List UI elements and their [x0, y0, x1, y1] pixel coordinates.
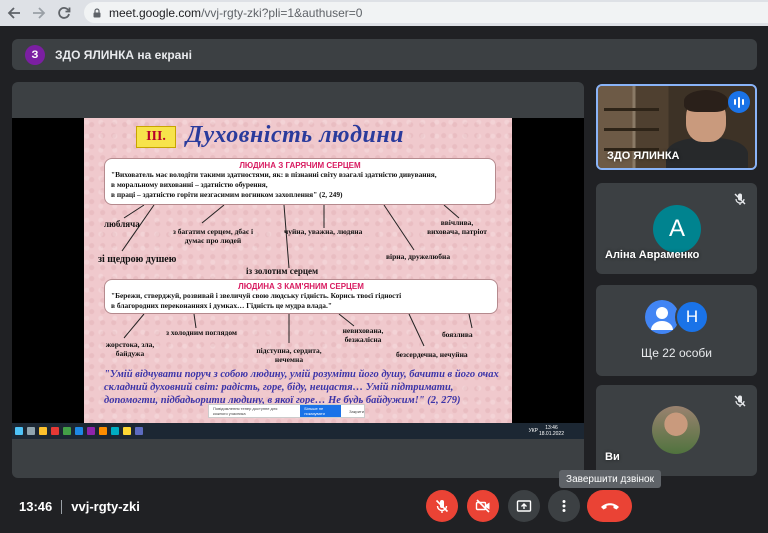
url-path: /vvj-rgty-zki?pli=1&authuser=0 — [201, 5, 363, 20]
notification-text: Повідомлення тепер доступне для кожного … — [213, 406, 278, 416]
warm-trait: вірна, дружелюбна — [386, 252, 451, 261]
warm-trait: з багатим серцем, дбає і думає про людей — [172, 227, 254, 245]
bookshelf — [604, 108, 659, 111]
more-options-button[interactable] — [548, 490, 580, 522]
warm-heart-box: ЛЮДИНА З ГАРЯЧИМ СЕРЦЕМ "Вихователь має … — [104, 158, 496, 205]
url-text: meet.google.com/vvj-rgty-zki?pli=1&authu… — [109, 6, 362, 20]
camera-toggle-button[interactable] — [467, 490, 499, 522]
cold-trait: з холодним поглядом — [166, 328, 238, 337]
cold-trait: невихована, безжалісна — [342, 326, 384, 344]
profile-photo — [652, 406, 700, 454]
presentation-banner[interactable]: З ЗДО ЯЛИНКА на екрані — [12, 39, 757, 70]
app-icon — [135, 427, 143, 435]
app-icon — [111, 427, 119, 435]
windows-start-icon — [15, 427, 23, 435]
cold-trait: безсердечна, нечуйна — [396, 350, 468, 359]
chrome-icon — [63, 427, 71, 435]
participant-avatar: Н — [675, 300, 709, 334]
stone-heart-box: ЛЮДИНА З КАМ'ЯНИМ СЕРЦЕМ "Бережи, стверд… — [104, 279, 498, 314]
powerpoint-icon — [51, 427, 59, 435]
word-icon — [75, 427, 83, 435]
warm-trait: чуйна, уважна, людяна — [284, 227, 363, 236]
warm-heart-text: "Вихователь має володіти такими здатност… — [105, 170, 495, 200]
participant-name: ЗДО ЯЛИНКА — [607, 150, 680, 162]
mic-off-icon — [435, 499, 449, 513]
warm-heart-line: в моральному вихованні – здатністю обуре… — [111, 180, 268, 189]
more-participants-label: Ще 22 особи — [641, 346, 712, 360]
participant-avatar: A — [653, 205, 701, 253]
screen-notification: Повідомлення тепер доступне для кожного … — [208, 404, 365, 418]
meeting-info: 13:46 vvj-rgty-zki — [19, 499, 140, 514]
meeting-time: 13:46 — [19, 499, 53, 514]
back-arrow-icon[interactable] — [3, 2, 25, 24]
address-bar[interactable]: meet.google.com/vvj-rgty-zki?pli=1&authu… — [84, 2, 768, 23]
more-participants-tile[interactable]: Н Ще 22 особи — [596, 285, 757, 376]
presenter-avatar: З — [25, 44, 45, 65]
end-call-tooltip: Завершити дзвінок — [559, 470, 661, 488]
warm-heart-line: "Вихователь має володіти такими здатност… — [111, 170, 437, 179]
url-host: meet.google.com — [109, 5, 202, 20]
slide-section-number: III. — [136, 126, 176, 148]
stone-heart-line: в благородних переконаннях і думках… Гід… — [111, 301, 332, 310]
app-icon — [123, 427, 131, 435]
warm-heart-heading: ЛЮДИНА З ГАРЯЧИМ СЕРЦЕМ — [239, 161, 361, 170]
notification-close: Закрити — [349, 408, 364, 414]
meeting-code[interactable]: vvj-rgty-zki — [71, 499, 140, 514]
present-screen-icon — [516, 500, 532, 512]
participant-name: Ви — [605, 451, 620, 463]
reload-icon[interactable] — [53, 2, 75, 24]
tray-date: 18.01.2022 — [538, 431, 564, 437]
generic-person-icon — [645, 300, 679, 334]
participant-tile-you[interactable]: Ви — [596, 385, 757, 476]
slide-quote: "Умій відчувати поруч з собою людину, ум… — [104, 369, 499, 406]
folder-icon — [39, 427, 47, 435]
browser-toolbar: meet.google.com/vvj-rgty-zki?pli=1&authu… — [0, 0, 768, 26]
participant-tile-self[interactable]: ЗДО ЯЛИНКА — [596, 84, 757, 170]
app-icon — [99, 427, 107, 435]
warm-trait: зі щедрою душею — [98, 254, 177, 265]
mic-off-icon — [734, 395, 746, 407]
divider — [61, 499, 63, 514]
app-icon — [87, 427, 95, 435]
more-vert-icon — [562, 500, 566, 512]
participant-tile-aline[interactable]: A Аліна Авраменко — [596, 183, 757, 274]
mic-off-icon — [734, 193, 746, 205]
warm-trait: ввічлива, виховача, патріот — [427, 218, 487, 236]
participant-name: Аліна Авраменко — [605, 249, 700, 261]
cold-trait: боязлива — [442, 330, 473, 339]
warm-trait: із золотим серцем — [246, 266, 319, 276]
forward-arrow-icon[interactable] — [28, 2, 50, 24]
stone-heart-text: "Бережи, стверджуй, розвивай і звеличуй … — [105, 291, 497, 311]
presentation-slide: III. Духовність людини ЛЮДИНА З ГАРЯЧИМ … — [84, 118, 512, 423]
lock-icon — [93, 7, 101, 17]
cold-trait: підступна, сердита, нечемна — [256, 346, 322, 364]
person-hair — [684, 90, 728, 112]
present-screen-button[interactable] — [508, 490, 540, 522]
hang-up-icon — [600, 503, 619, 510]
speaking-indicator-icon — [728, 91, 750, 113]
shared-screen: III. Духовність людини ЛЮДИНА З ГАРЯЧИМ … — [12, 118, 584, 439]
cold-trait: жорстока, зла, байдужа — [105, 340, 155, 358]
camera-off-icon — [475, 499, 490, 513]
slide-title: Духовність людини — [186, 122, 404, 148]
mic-toggle-button[interactable] — [426, 490, 458, 522]
tray-lang: УКР — [528, 428, 538, 434]
presenter-label: ЗДО ЯЛИНКА на екрані — [55, 47, 192, 62]
shared-taskbar: 13:46 18.01.2022 УКР — [12, 423, 584, 439]
end-call-button[interactable] — [587, 490, 632, 522]
search-icon — [27, 427, 35, 435]
warm-heart-line: в праці – здатністю горіти незгасимим во… — [111, 190, 343, 199]
tray-clock: 13:46 18.01.2022 — [539, 425, 564, 437]
main-stage: III. Духовність людини ЛЮДИНА З ГАРЯЧИМ … — [12, 82, 584, 478]
notification-button: Більше не показувати — [300, 405, 342, 417]
bookshelf — [604, 128, 659, 131]
stone-heart-line: "Бережи, стверджуй, розвивай і звеличуй … — [111, 291, 402, 300]
warm-trait: любляча — [104, 219, 140, 229]
stone-heart-heading: ЛЮДИНА З КАМ'ЯНИМ СЕРЦЕМ — [238, 282, 364, 291]
